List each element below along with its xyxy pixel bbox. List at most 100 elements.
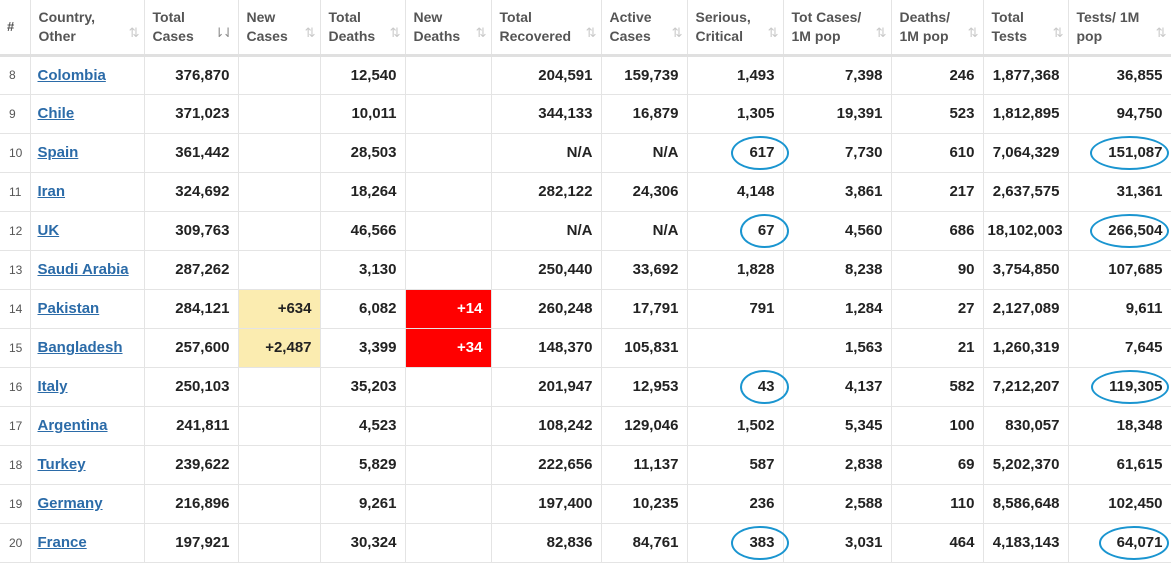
cell-cases-per-million: 7,730 (783, 133, 892, 173)
sort-icon[interactable]: ⇅ (968, 23, 979, 42)
cell-total-tests: 2,637,575 (983, 172, 1069, 212)
cell-deaths-per-million: 21 (891, 328, 984, 368)
header-total-cases[interactable]: Total Cases ⇂⇃ (144, 0, 239, 57)
cell-serious-critical: 383 (687, 523, 784, 563)
cell-total-recovered: 222,656 (491, 445, 602, 485)
sort-icon[interactable]: ⇅ (876, 23, 887, 42)
sort-icon[interactable]: ⇅ (476, 23, 487, 42)
cell-deaths-per-million: 110 (891, 484, 984, 524)
cell-country: Argentina (30, 406, 145, 446)
header-new-deaths[interactable]: New Deaths ⇅ (405, 0, 492, 57)
country-link[interactable]: Italy (38, 378, 68, 395)
country-link[interactable]: Saudi Arabia (38, 261, 129, 278)
country-link[interactable]: UK (38, 222, 60, 239)
cell-active-cases: N/A (601, 211, 688, 251)
sort-icon[interactable]: ⇅ (1053, 23, 1064, 42)
country-link[interactable]: Chile (38, 105, 75, 122)
header-country[interactable]: Country, Other ⇅ (30, 0, 145, 57)
cell-active-cases: 84,761 (601, 523, 688, 563)
cell-total-recovered: 197,400 (491, 484, 602, 524)
country-link[interactable]: Spain (38, 144, 79, 161)
sort-icon[interactable]: ⇅ (586, 23, 597, 42)
sort-icon[interactable]: ⇅ (305, 23, 316, 42)
cell-cases-per-million: 7,398 (783, 55, 892, 95)
header-new-cases[interactable]: New Cases ⇅ (238, 0, 321, 57)
cell-country: Italy (30, 367, 145, 407)
header-tests-per-million[interactable]: Tests/ 1M pop ⇅ (1068, 0, 1171, 57)
cell-total-cases: 309,763 (144, 211, 239, 251)
cell-country: Colombia (30, 55, 145, 95)
country-link[interactable]: Bangladesh (38, 339, 123, 356)
cell-tests-per-million: 61,615 (1068, 445, 1171, 485)
table-body: 8 Colombia 376,870 12,540 204,591 159,739 1,49… (0, 55, 1171, 563)
cell-total-recovered: N/A (491, 211, 602, 251)
cell-total-deaths: 5,829 (320, 445, 406, 485)
country-link[interactable]: Turkey (38, 456, 86, 473)
cell-deaths-per-million: 69 (891, 445, 984, 485)
cell-new-deaths (405, 445, 492, 485)
cell-cases-per-million: 1,563 (783, 328, 892, 368)
cell-new-deaths (405, 367, 492, 407)
cell-serious-critical: 791 (687, 289, 784, 329)
cell-deaths-per-million: 582 (891, 367, 984, 407)
cell-new-deaths (405, 484, 492, 524)
country-link[interactable]: France (38, 534, 87, 551)
sort-icon[interactable]: ⇅ (768, 23, 779, 42)
sort-icon[interactable]: ⇅ (1156, 23, 1167, 42)
cell-country: Saudi Arabia (30, 250, 145, 290)
header-total-deaths[interactable]: Total Deaths ⇅ (320, 0, 406, 57)
table-row: 13 Saudi Arabia 287,262 3,130 250,440 33,692 1… (0, 250, 1171, 290)
cell-total-cases: 284,121 (144, 289, 239, 329)
cell-active-cases: 24,306 (601, 172, 688, 212)
cell-new-cases (238, 133, 321, 173)
cell-serious-critical (687, 328, 784, 368)
cell-total-deaths: 35,203 (320, 367, 406, 407)
sort-descending-icon[interactable]: ⇂⇃ (214, 23, 234, 42)
country-link[interactable]: Iran (38, 183, 66, 200)
country-link[interactable]: Germany (38, 495, 103, 512)
table-row: 20 France 197,921 30,324 82,836 84,761 383 3,03… (0, 523, 1171, 563)
cell-serious-critical: 236 (687, 484, 784, 524)
country-link[interactable]: Colombia (38, 67, 106, 84)
cell-total-cases: 239,622 (144, 445, 239, 485)
cell-rank: 17 (0, 406, 31, 446)
header-cases-per-million[interactable]: Tot Cases/ 1M pop ⇅ (783, 0, 892, 57)
cell-tests-per-million: 119,305 (1068, 367, 1171, 407)
cell-deaths-per-million: 90 (891, 250, 984, 290)
table-header-row: # Country, Other ⇅ Total Cases ⇂⇃ New Cases ⇅ T… (0, 0, 1171, 57)
cell-total-deaths: 18,264 (320, 172, 406, 212)
header-total-tests[interactable]: Total Tests ⇅ (983, 0, 1069, 57)
cell-cases-per-million: 2,838 (783, 445, 892, 485)
header-label: Total Cases (152, 9, 194, 44)
cell-total-recovered: 148,370 (491, 328, 602, 368)
header-total-recovered[interactable]: Total Recovered ⇅ (491, 0, 602, 57)
table-row: 17 Argentina 241,811 4,523 108,242 129,046 1,5… (0, 406, 1171, 446)
cell-rank: 13 (0, 250, 31, 290)
header-label: Total Recovered (499, 9, 572, 44)
sort-icon[interactable]: ⇅ (129, 23, 140, 42)
cell-new-cases (238, 211, 321, 251)
cell-total-recovered: 204,591 (491, 55, 602, 95)
country-link[interactable]: Argentina (38, 417, 108, 434)
cell-rank: 20 (0, 523, 31, 563)
cell-total-deaths: 30,324 (320, 523, 406, 563)
cell-deaths-per-million: 27 (891, 289, 984, 329)
sort-icon[interactable]: ⇅ (390, 23, 401, 42)
cell-total-cases: 287,262 (144, 250, 239, 290)
sort-icon[interactable]: ⇅ (672, 23, 683, 42)
cell-new-deaths (405, 406, 492, 446)
cell-cases-per-million: 8,238 (783, 250, 892, 290)
cell-total-tests: 2,127,089 (983, 289, 1069, 329)
header-serious-critical[interactable]: Serious, Critical ⇅ (687, 0, 784, 57)
cell-serious-critical: 587 (687, 445, 784, 485)
cell-total-tests: 5,202,370 (983, 445, 1069, 485)
cell-deaths-per-million: 246 (891, 55, 984, 95)
cell-rank: 16 (0, 367, 31, 407)
table-row: 10 Spain 361,442 28,503 N/A N/A 617 7,730 610 7,0… (0, 133, 1171, 173)
header-deaths-per-million[interactable]: Deaths/ 1M pop ⇅ (891, 0, 984, 57)
cell-total-tests: 18,102,003 (983, 211, 1069, 251)
table-row: 9 Chile 371,023 10,011 344,133 16,879 1,305 19,… (0, 94, 1171, 134)
country-link[interactable]: Pakistan (38, 300, 100, 317)
header-active-cases[interactable]: Active Cases ⇅ (601, 0, 688, 57)
cell-country: Turkey (30, 445, 145, 485)
